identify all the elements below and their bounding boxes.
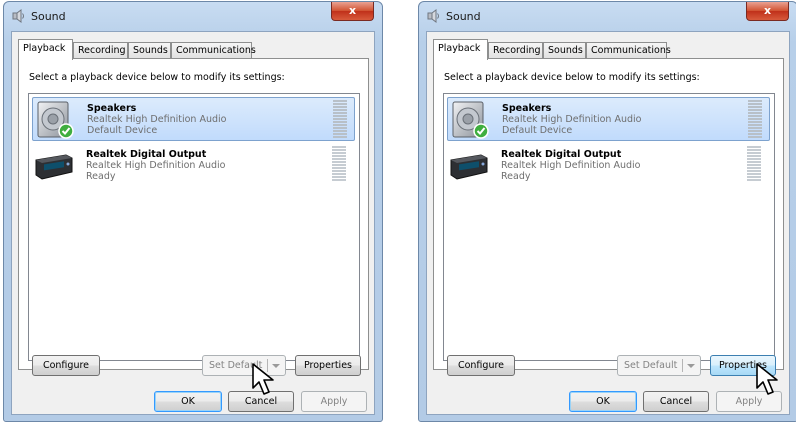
digital-output-icon	[450, 154, 488, 180]
device-status: Ready	[501, 171, 531, 182]
speaker-title-icon	[427, 9, 439, 23]
dialog-client: Playback Recording Sounds Communications…	[426, 31, 790, 415]
tab-playback[interactable]: Playback	[18, 39, 73, 60]
set-default-label: Set Default	[624, 360, 678, 371]
hand-cursor-icon	[756, 363, 778, 395]
device-item-speakers[interactable]: Speakers Realtek High Definition Audio D…	[32, 97, 355, 141]
device-list[interactable]: Speakers Realtek High Definition Audio D…	[443, 93, 775, 361]
instruction-text: Select a playback device below to modify…	[29, 72, 285, 83]
playback-panel: Select a playback device below to modify…	[433, 58, 784, 370]
tab-communications[interactable]: Communications	[171, 42, 256, 58]
window-title: Sound	[446, 10, 481, 23]
device-name: Speakers	[87, 103, 137, 114]
tab-recording[interactable]: Recording	[488, 42, 543, 58]
window-title: Sound	[31, 10, 66, 23]
playback-panel: Select a playback device below to modify…	[18, 58, 369, 370]
hand-cursor-icon	[252, 363, 274, 395]
device-list[interactable]: Speakers Realtek High Definition Audio D…	[28, 93, 360, 361]
cancel-button[interactable]: Cancel	[643, 391, 709, 412]
instruction-text: Select a playback device below to modify…	[444, 72, 700, 83]
configure-button[interactable]: Configure	[32, 355, 100, 376]
apply-button[interactable]: Apply	[301, 391, 367, 412]
device-driver: Realtek High Definition Audio	[86, 160, 226, 171]
device-name: Realtek Digital Output	[86, 149, 207, 160]
device-name: Realtek Digital Output	[501, 149, 622, 160]
title-bar[interactable]: Sound x	[4, 2, 382, 30]
title-bar[interactable]: Sound x	[419, 2, 796, 30]
device-name: Speakers	[502, 103, 552, 114]
sound-dialog-right: Sound x Playback Recording Sounds Commun…	[418, 1, 796, 422]
tab-communications[interactable]: Communications	[586, 42, 671, 58]
sound-dialog-left: Sound x Playback Recording Sounds Commun…	[3, 1, 383, 422]
device-driver: Realtek High Definition Audio	[502, 114, 642, 125]
dialog-client: Playback Recording Sounds Communications…	[11, 31, 375, 415]
level-meter-icon	[333, 100, 347, 138]
device-status: Ready	[86, 171, 116, 182]
configure-button[interactable]: Configure	[447, 355, 515, 376]
tab-recording[interactable]: Recording	[73, 42, 128, 58]
device-status: Default Device	[502, 125, 573, 136]
dropdown-arrow-icon[interactable]	[687, 364, 695, 368]
close-button[interactable]: x	[746, 2, 789, 21]
tab-sounds[interactable]: Sounds	[543, 42, 586, 58]
split-divider	[682, 359, 683, 372]
speaker-icon	[452, 101, 489, 139]
properties-button[interactable]: Properties	[295, 355, 361, 376]
ok-button[interactable]: OK	[569, 391, 637, 412]
device-driver: Realtek High Definition Audio	[87, 114, 227, 125]
level-meter-icon	[332, 146, 346, 181]
set-default-button[interactable]: Set Default	[617, 355, 701, 376]
digital-output-icon	[35, 154, 73, 180]
device-status: Default Device	[87, 125, 158, 136]
ok-button[interactable]: OK	[154, 391, 222, 412]
speaker-title-icon	[12, 9, 24, 23]
speaker-icon	[37, 101, 74, 139]
device-item-digital-output[interactable]: Realtek Digital Output Realtek High Defi…	[32, 144, 355, 188]
device-item-speakers[interactable]: Speakers Realtek High Definition Audio D…	[447, 97, 770, 141]
device-item-digital-output[interactable]: Realtek Digital Output Realtek High Defi…	[447, 144, 770, 188]
level-meter-icon	[747, 146, 761, 181]
close-button[interactable]: x	[331, 2, 374, 21]
level-meter-icon	[748, 100, 762, 138]
device-driver: Realtek High Definition Audio	[501, 160, 641, 171]
tab-sounds[interactable]: Sounds	[128, 42, 171, 58]
tab-playback[interactable]: Playback	[433, 39, 488, 60]
